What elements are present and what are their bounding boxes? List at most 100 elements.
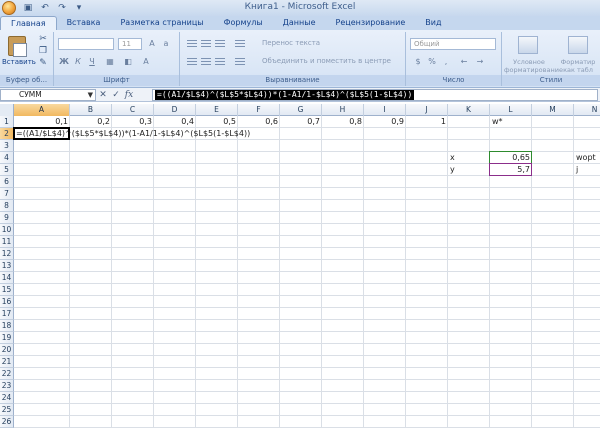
currency-icon[interactable]: $ — [412, 56, 424, 67]
paste-icon[interactable] — [8, 36, 27, 57]
row-header-13[interactable]: 13 — [0, 260, 14, 272]
increase-decimal-icon[interactable]: ← — [458, 56, 470, 67]
align-middle-icon[interactable] — [200, 38, 212, 48]
borders-icon[interactable]: ▦ — [104, 56, 116, 67]
bold-button[interactable]: Ж — [58, 56, 70, 67]
chevron-down-icon[interactable]: ▼ — [88, 90, 93, 100]
cell-n5[interactable]: j — [574, 164, 580, 176]
row-header-21[interactable]: 21 — [0, 356, 14, 368]
row-header-22[interactable]: 22 — [0, 368, 14, 380]
formula-input[interactable]: =((A1/$L$4)^($L$5*$L$4))*(1-A1/1-$L$4)^(… — [152, 89, 598, 101]
cut-icon[interactable]: ✂ — [38, 34, 48, 44]
align-bottom-icon[interactable] — [214, 38, 226, 48]
conditional-format-icon[interactable] — [518, 36, 538, 54]
column-header-k[interactable]: K — [448, 104, 490, 116]
column-header-a[interactable]: A — [14, 104, 70, 116]
cell-i1[interactable]: 0,9 — [364, 116, 406, 128]
cell-j1[interactable]: 1 — [406, 116, 448, 128]
column-header-j[interactable]: J — [406, 104, 448, 116]
orientation-icon[interactable] — [234, 38, 246, 48]
row-header-25[interactable]: 25 — [0, 404, 14, 416]
row-header-11[interactable]: 11 — [0, 236, 14, 248]
column-header-e[interactable]: E — [196, 104, 238, 116]
worksheet-grid[interactable]: A B C D E F G H I J K L M N 1 2 3 4 5 6 7 8 9 10 11 12 13 14 15 16 17 1… — [0, 104, 600, 433]
enter-icon[interactable]: ✓ — [111, 89, 121, 101]
tab-data[interactable]: Данные — [273, 16, 326, 30]
column-header-m[interactable]: M — [532, 104, 574, 116]
row-header-15[interactable]: 15 — [0, 284, 14, 296]
number-format-combo[interactable]: Общий — [410, 38, 496, 50]
row-header-12[interactable]: 12 — [0, 248, 14, 260]
row-header-10[interactable]: 10 — [0, 224, 14, 236]
merge-center-button[interactable]: Объединить и поместить в центре — [262, 57, 391, 65]
row-header-19[interactable]: 19 — [0, 332, 14, 344]
insert-function-icon[interactable]: fx — [124, 89, 134, 101]
tab-review[interactable]: Рецензирование — [326, 16, 416, 30]
row-header-26[interactable]: 26 — [0, 416, 14, 428]
italic-button[interactable]: К — [72, 56, 84, 67]
row-header-24[interactable]: 24 — [0, 392, 14, 404]
row-header-16[interactable]: 16 — [0, 296, 14, 308]
tab-view[interactable]: Вид — [415, 16, 451, 30]
column-header-g[interactable]: G — [280, 104, 322, 116]
cell-g1[interactable]: 0,7 — [280, 116, 322, 128]
row-header-2[interactable]: 2 — [0, 128, 14, 140]
column-header-i[interactable]: I — [364, 104, 406, 116]
row-header-7[interactable]: 7 — [0, 188, 14, 200]
cell-k5[interactable]: y — [448, 164, 457, 176]
shrink-font-icon[interactable]: a — [160, 38, 172, 49]
thousands-icon[interactable]: , — [440, 56, 452, 67]
cell-d1[interactable]: 0,4 — [154, 116, 196, 128]
tab-formulas[interactable]: Формулы — [214, 16, 273, 30]
row-header-1[interactable]: 1 — [0, 116, 14, 128]
wrap-text-button[interactable]: Перенос текста — [262, 39, 320, 47]
cell-l1[interactable]: w* — [490, 116, 505, 128]
underline-button[interactable]: Ч — [86, 56, 98, 67]
decrease-decimal-icon[interactable]: → — [474, 56, 486, 67]
tab-page-layout[interactable]: Разметка страницы — [110, 16, 213, 30]
row-header-23[interactable]: 23 — [0, 380, 14, 392]
row-header-8[interactable]: 8 — [0, 200, 14, 212]
tab-home[interactable]: Главная — [0, 16, 57, 30]
cancel-icon[interactable]: ✕ — [98, 89, 108, 101]
format-as-table-icon[interactable] — [568, 36, 588, 54]
indent-icon[interactable] — [234, 56, 246, 66]
column-header-h[interactable]: H — [322, 104, 364, 116]
fill-color-icon[interactable]: ◧ — [122, 56, 134, 67]
cell-e1[interactable]: 0,5 — [196, 116, 238, 128]
column-header-b[interactable]: B — [70, 104, 112, 116]
column-header-n[interactable]: N — [574, 104, 600, 116]
cell-k4[interactable]: x — [448, 152, 457, 164]
row-header-14[interactable]: 14 — [0, 272, 14, 284]
font-color-icon[interactable]: A — [140, 56, 152, 67]
tab-insert[interactable]: Вставка — [57, 16, 111, 30]
row-header-17[interactable]: 17 — [0, 308, 14, 320]
paste-button-label[interactable]: Вставить — [2, 58, 36, 66]
name-box[interactable]: СУММ ▼ — [0, 89, 96, 101]
percent-icon[interactable]: % — [426, 56, 438, 67]
column-header-f[interactable]: F — [238, 104, 280, 116]
format-painter-icon[interactable]: ✎ — [38, 58, 48, 68]
font-size-combo[interactable]: 11 — [118, 38, 142, 50]
copy-icon[interactable]: ❐ — [38, 46, 48, 56]
row-header-20[interactable]: 20 — [0, 344, 14, 356]
format-as-table-label[interactable]: Форматир как табл — [556, 58, 600, 74]
cell-c1[interactable]: 0,3 — [112, 116, 154, 128]
align-right-icon[interactable] — [214, 56, 226, 66]
row-header-5[interactable]: 5 — [0, 164, 14, 176]
column-header-c[interactable]: C — [112, 104, 154, 116]
row-header-6[interactable]: 6 — [0, 176, 14, 188]
cell-h1[interactable]: 0,8 — [322, 116, 364, 128]
align-center-icon[interactable] — [200, 56, 212, 66]
column-header-d[interactable]: D — [154, 104, 196, 116]
row-header-3[interactable]: 3 — [0, 140, 14, 152]
font-name-combo[interactable] — [58, 38, 114, 50]
grow-font-icon[interactable]: A — [146, 38, 158, 49]
conditional-format-label[interactable]: Условное форматирование — [504, 58, 563, 74]
cell-f1[interactable]: 0,6 — [238, 116, 280, 128]
cell-b1[interactable]: 0,2 — [70, 116, 112, 128]
column-header-l[interactable]: L — [490, 104, 532, 116]
row-header-9[interactable]: 9 — [0, 212, 14, 224]
align-left-icon[interactable] — [186, 56, 198, 66]
select-all-corner[interactable] — [0, 104, 14, 116]
